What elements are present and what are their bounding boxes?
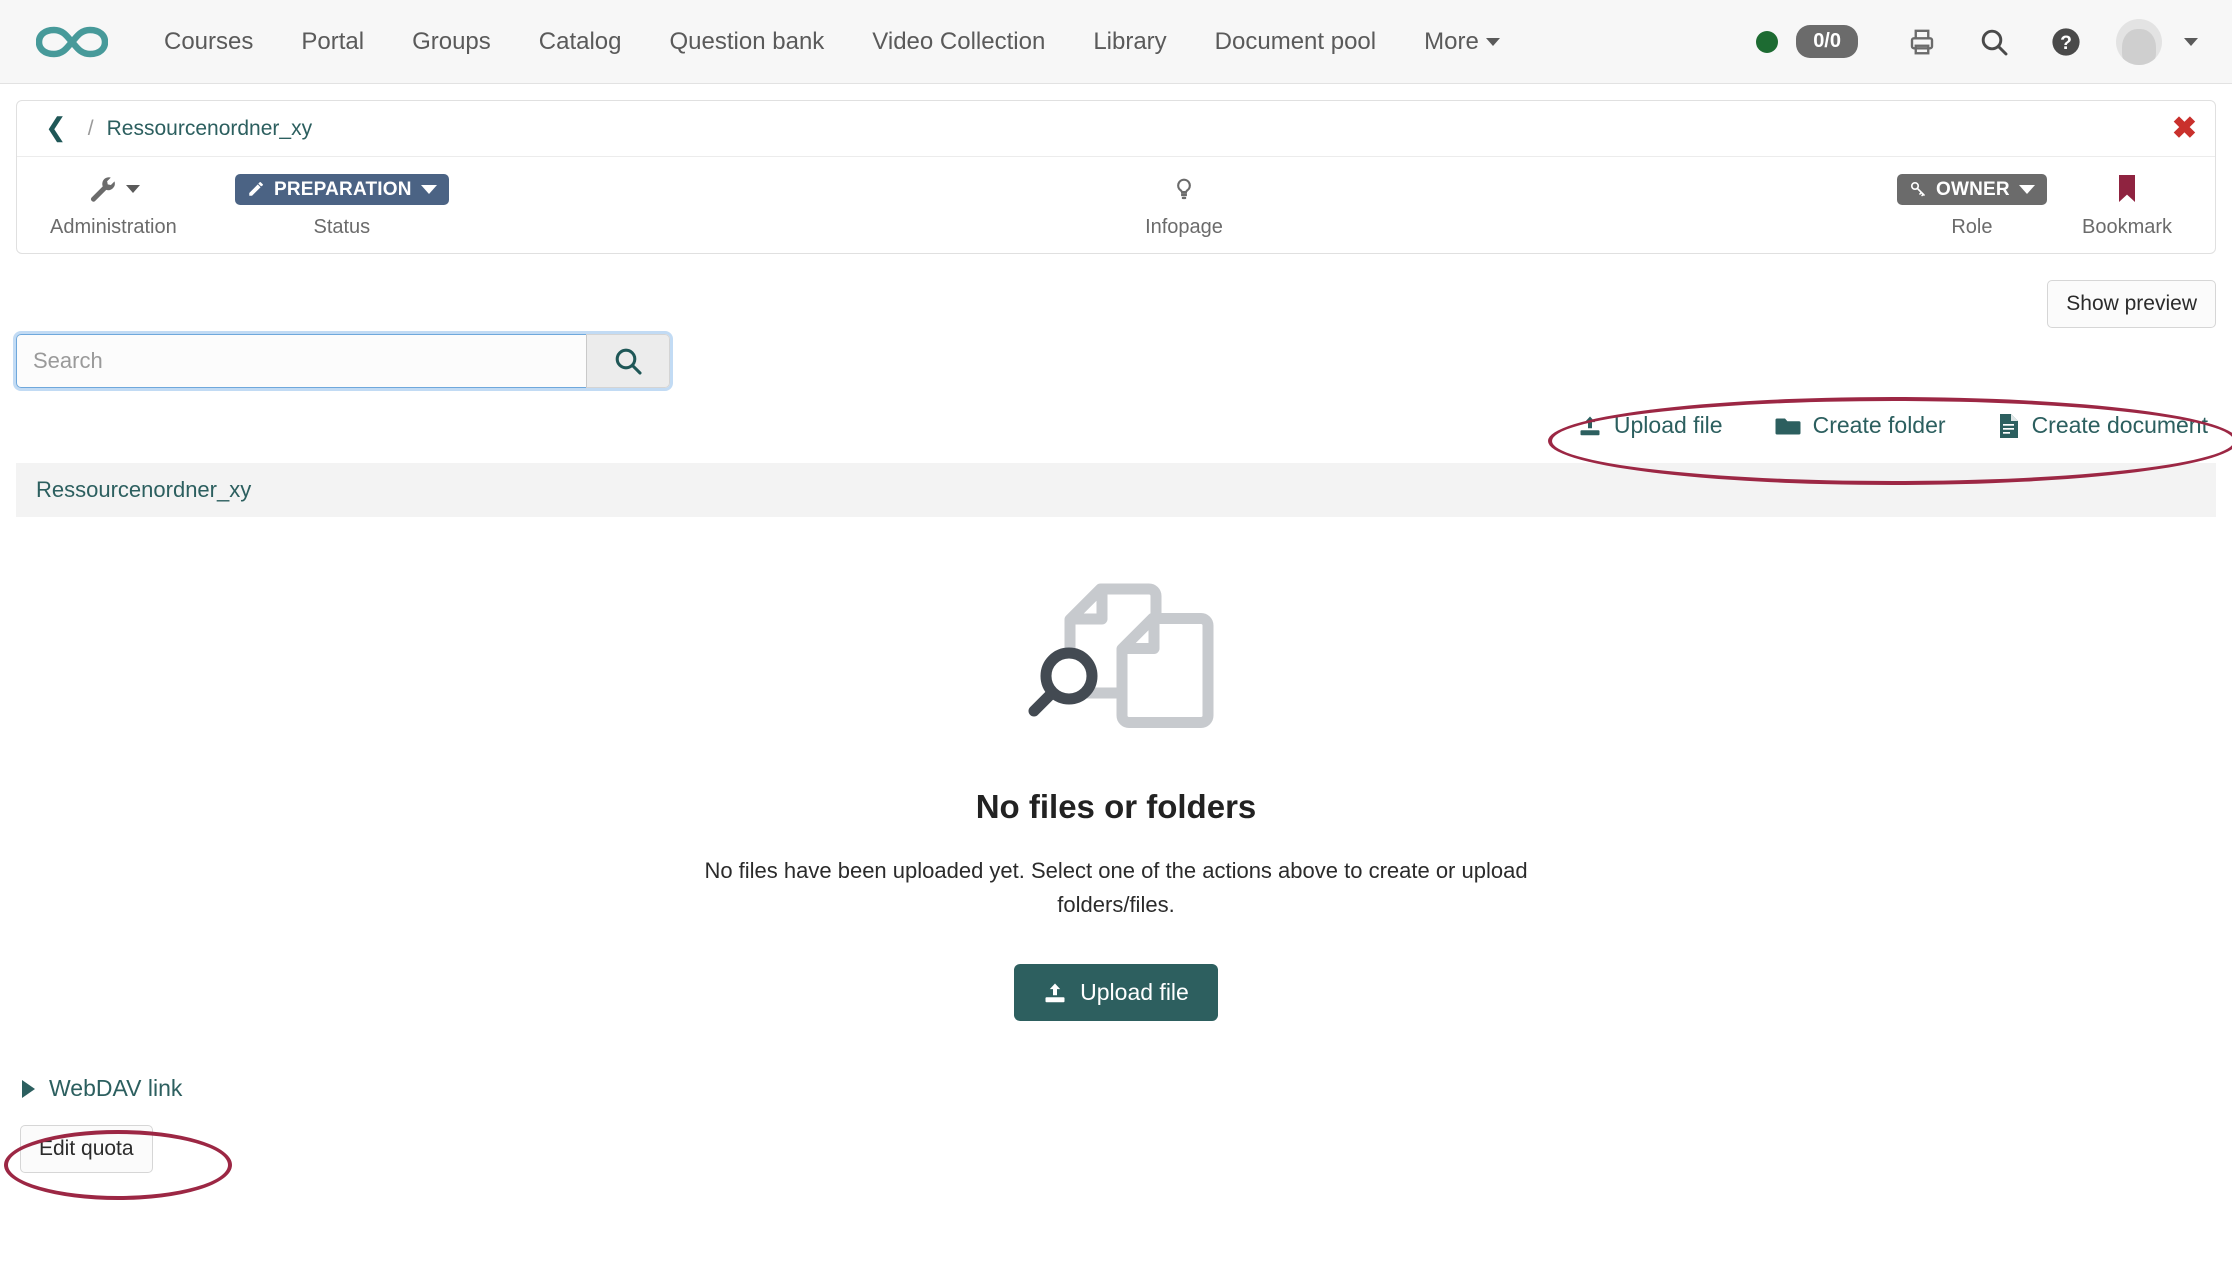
breadcrumb-back-chevron-left-icon[interactable]: ❮ <box>37 114 75 144</box>
create-document-link-label: Create document <box>2032 412 2208 439</box>
upload-file-link[interactable]: Upload file <box>1578 412 1723 439</box>
infinity-logo-icon <box>36 22 108 62</box>
main-content: Show preview Upload file Create f <box>0 254 2232 1021</box>
empty-state-upload-file-button[interactable]: Upload file <box>1014 964 1218 1021</box>
folder-path-bar: Ressourcenordner_xy <box>16 463 2216 517</box>
search-input[interactable] <box>16 334 586 388</box>
close-icon[interactable]: ✖ <box>2172 114 2197 144</box>
notification-count-badge[interactable]: 0/0 <box>1796 25 1858 58</box>
online-status-dot <box>1756 31 1778 53</box>
toolbar-administration-label: Administration <box>50 216 177 239</box>
help-icon[interactable]: ? <box>2043 19 2089 65</box>
navbar-right-tools: 0/0 ? <box>1756 19 2204 65</box>
top-navbar: Courses Portal Groups Catalog Question b… <box>0 0 2232 84</box>
nav-item-courses[interactable]: Courses <box>140 18 277 66</box>
status-badge[interactable]: PREPARATION <box>235 174 449 205</box>
documents-search-illustration-icon <box>1018 571 1214 746</box>
toolbar-role-label: Role <box>1951 216 1992 239</box>
upload-icon <box>1043 981 1067 1005</box>
nav-item-groups[interactable]: Groups <box>388 18 515 66</box>
nav-item-catalog[interactable]: Catalog <box>515 18 646 66</box>
webdav-link-label: WebDAV link <box>49 1075 182 1102</box>
brand-logo[interactable] <box>28 15 116 69</box>
course-header-panel: ❮ / Ressourcenordner_xy ✖ Administration… <box>16 100 2216 254</box>
print-icon[interactable] <box>1899 19 1945 65</box>
chevron-down-icon <box>1486 38 1500 46</box>
primary-nav: Courses Portal Groups Catalog Question b… <box>140 18 1756 66</box>
nav-item-video-collection[interactable]: Video Collection <box>848 18 1069 66</box>
folder-icon <box>1775 414 1801 438</box>
folder-actions: Upload file Create folder Create documen… <box>16 412 2216 439</box>
key-icon <box>1909 180 1927 198</box>
create-document-link[interactable]: Create document <box>1998 412 2208 439</box>
avatar-menu-chevron-down-icon[interactable] <box>2184 33 2198 51</box>
document-icon <box>1998 413 2020 439</box>
pencil-icon <box>247 180 265 198</box>
search-row <box>16 334 2216 388</box>
empty-state-description: No files have been uploaded yet. Select … <box>661 854 1571 922</box>
create-folder-link[interactable]: Create folder <box>1775 412 1946 439</box>
nav-item-portal[interactable]: Portal <box>277 18 388 66</box>
wrench-icon <box>87 174 117 204</box>
toolbar-infopage-label: Infopage <box>1145 216 1223 239</box>
status-badge-label: PREPARATION <box>274 180 412 199</box>
role-badge[interactable]: OWNER <box>1897 174 2047 205</box>
empty-state-title: No files or folders <box>976 788 1257 826</box>
toolbar-administration[interactable]: Administration <box>50 171 177 239</box>
toolbar-bookmark-label: Bookmark <box>2082 216 2172 239</box>
folder-path-item[interactable]: Ressourcenordner_xy <box>36 477 251 503</box>
toolbar-status[interactable]: PREPARATION Status <box>235 171 449 239</box>
upload-file-link-label: Upload file <box>1614 412 1723 439</box>
upload-icon <box>1578 414 1602 438</box>
bottom-area: WebDAV link Edit quota <box>0 1075 2232 1173</box>
chevron-down-icon <box>126 185 140 193</box>
search-submit-button[interactable] <box>586 334 670 388</box>
search-icon[interactable] <box>1971 19 2017 65</box>
bookmark-icon <box>2115 174 2139 204</box>
role-badge-label: OWNER <box>1936 180 2010 199</box>
search-icon <box>612 345 644 377</box>
preview-toggle-row: Show preview <box>16 254 2216 328</box>
breadcrumb: ❮ / Ressourcenordner_xy ✖ <box>17 101 2215 157</box>
nav-item-more-label: More <box>1424 28 1479 56</box>
breadcrumb-separator: / <box>88 117 94 141</box>
webdav-link[interactable]: WebDAV link <box>16 1075 182 1102</box>
chevron-down-icon <box>2019 185 2035 194</box>
nav-item-question-bank[interactable]: Question bank <box>646 18 849 66</box>
avatar[interactable] <box>2116 19 2162 65</box>
breadcrumb-item-ressourcenordner[interactable]: Ressourcenordner_xy <box>107 117 312 141</box>
empty-state: No files or folders No files have been u… <box>16 517 2216 1021</box>
nav-item-document-pool[interactable]: Document pool <box>1191 18 1400 66</box>
empty-state-upload-file-label: Upload file <box>1080 979 1189 1006</box>
lightbulb-icon <box>1171 174 1197 204</box>
svg-text:?: ? <box>2060 33 2072 54</box>
create-folder-link-label: Create folder <box>1813 412 1946 439</box>
toolbar-bookmark[interactable]: Bookmark <box>2082 171 2172 239</box>
toolbar-infopage[interactable]: Infopage <box>1139 171 1229 239</box>
nav-item-library[interactable]: Library <box>1069 18 1190 66</box>
course-toolbar: Administration PREPARATION Status <box>17 157 2215 253</box>
toolbar-status-label: Status <box>313 216 370 239</box>
triangle-right-icon <box>22 1080 35 1098</box>
nav-item-more[interactable]: More <box>1400 18 1524 66</box>
chevron-down-icon <box>421 185 437 194</box>
show-preview-button[interactable]: Show preview <box>2047 280 2216 328</box>
toolbar-role[interactable]: OWNER Role <box>1897 171 2047 239</box>
edit-quota-button[interactable]: Edit quota <box>20 1125 153 1173</box>
